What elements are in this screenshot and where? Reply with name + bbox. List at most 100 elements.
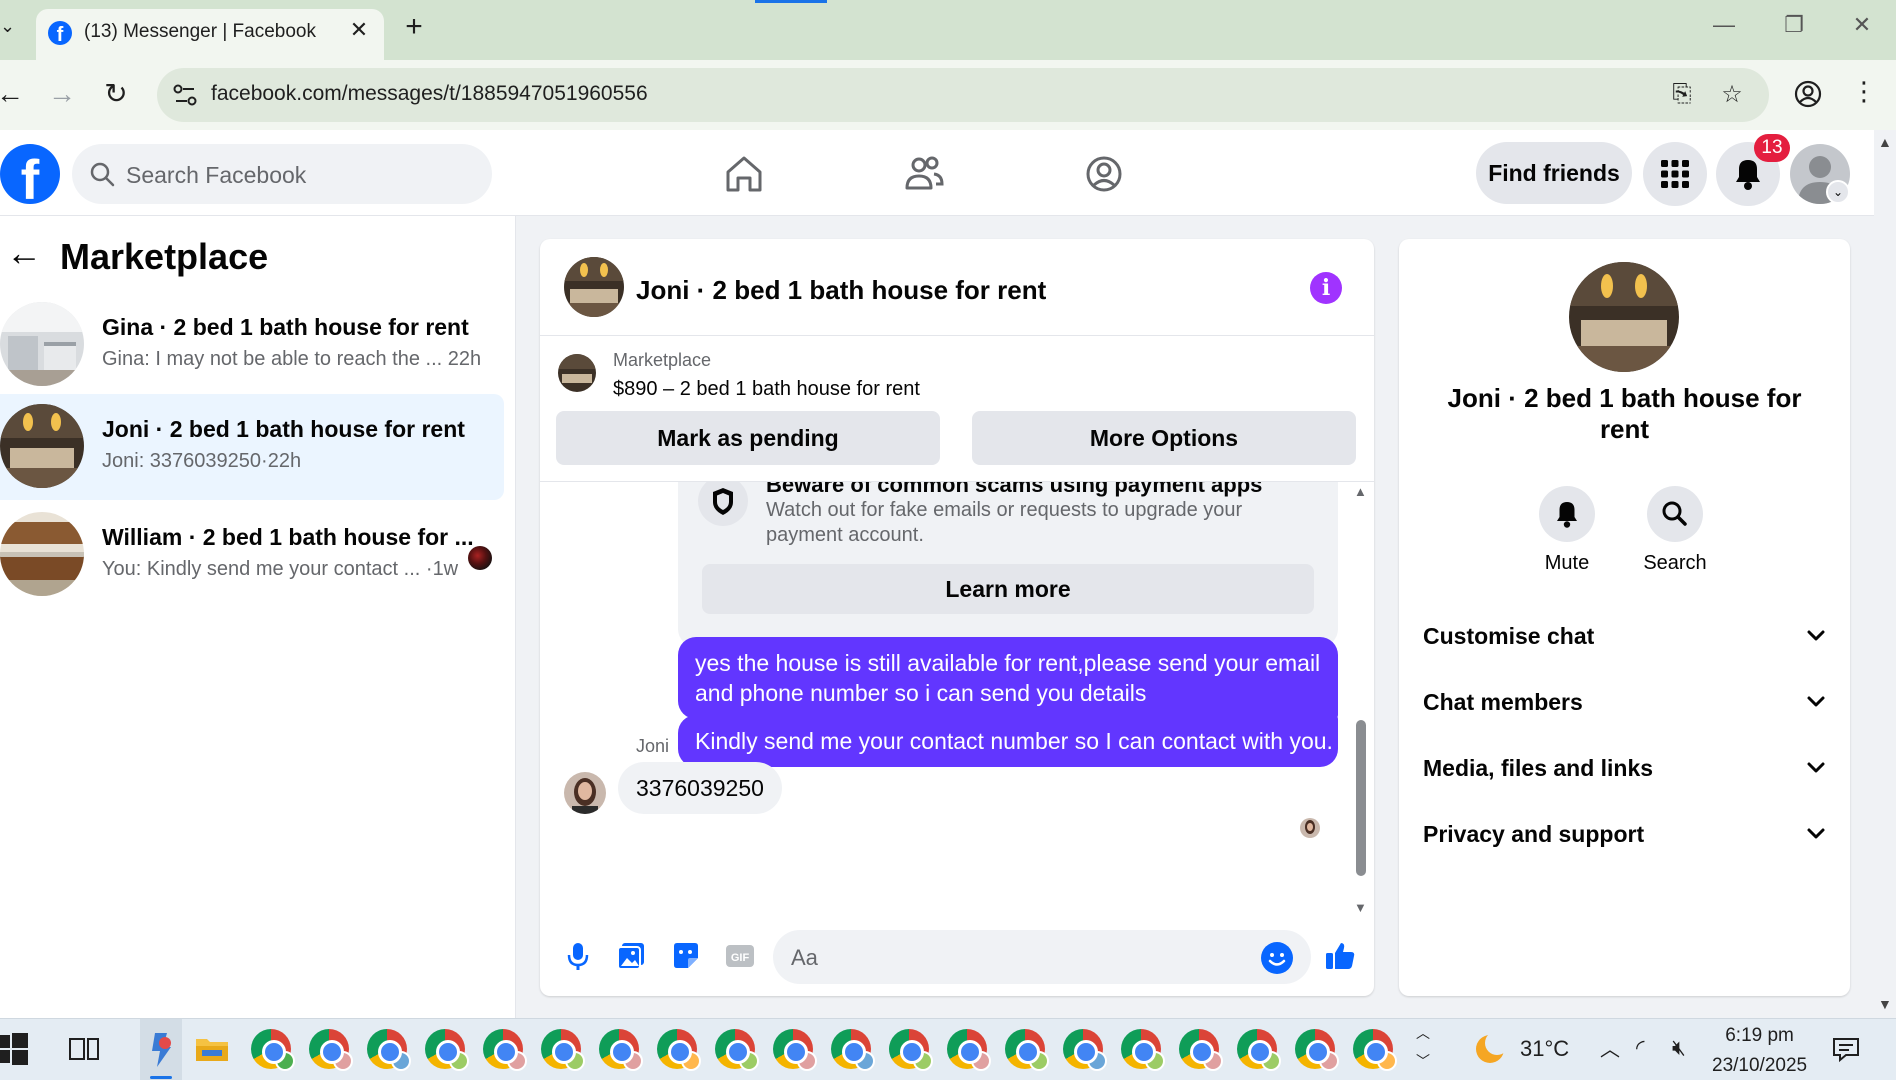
forward-arrow-icon[interactable]: → bbox=[44, 76, 80, 112]
profile-icon[interactable] bbox=[1792, 78, 1824, 110]
scroll-up-icon[interactable]: ▲ bbox=[1354, 484, 1367, 499]
bookmark-star-icon[interactable]: ☆ bbox=[1717, 80, 1747, 110]
conversation-item-joni[interactable]: Joni · 2 bed 1 bath house for rent Joni:… bbox=[0, 394, 504, 500]
chrome-profile-icon[interactable] bbox=[831, 1029, 875, 1071]
scroll-up-icon[interactable]: ▲ bbox=[1878, 134, 1892, 150]
chrome-profile-icon[interactable] bbox=[541, 1029, 585, 1071]
chrome-profile-icon[interactable] bbox=[367, 1029, 411, 1071]
find-friends-button[interactable]: Find friends bbox=[1476, 142, 1632, 204]
chrome-profile-icon[interactable] bbox=[1295, 1029, 1339, 1071]
conversation-item-gina[interactable]: Gina · 2 bed 1 bath house for rent Gina:… bbox=[0, 292, 504, 398]
learn-more-button[interactable]: Learn more bbox=[702, 564, 1314, 614]
chrome-profile-icon[interactable] bbox=[947, 1029, 991, 1071]
info-icon[interactable]: i bbox=[1310, 272, 1342, 304]
chrome-profile-icon[interactable] bbox=[1063, 1029, 1107, 1071]
task-view-icon[interactable] bbox=[64, 1029, 104, 1069]
incoming-message[interactable]: 3376039250 bbox=[618, 762, 782, 814]
browser-menu-icon[interactable]: ⋮ bbox=[1846, 76, 1882, 112]
scroll-down-icon[interactable]: ▼ bbox=[1354, 900, 1367, 915]
microphone-icon[interactable] bbox=[560, 938, 596, 974]
sticker-icon[interactable] bbox=[668, 938, 704, 974]
customise-chat-section[interactable]: Customise chat bbox=[1423, 608, 1828, 664]
chrome-profile-icon[interactable] bbox=[251, 1029, 295, 1071]
chrome-profile-icon[interactable] bbox=[1121, 1029, 1165, 1071]
restore-window-icon[interactable]: ❐ bbox=[1774, 12, 1814, 48]
install-app-icon[interactable]: ⎘ bbox=[1667, 80, 1697, 110]
chrome-profile-icon[interactable] bbox=[773, 1029, 817, 1071]
privacy-support-section[interactable]: Privacy and support bbox=[1423, 806, 1828, 862]
taskbar-scroll-down-icon[interactable]: ﹀ bbox=[1416, 1051, 1430, 1071]
page-scrollbar[interactable]: ▲ ▼ bbox=[1874, 130, 1896, 1018]
close-tab-icon[interactable]: ✕ bbox=[346, 17, 372, 43]
chrome-profile-icon[interactable] bbox=[425, 1029, 469, 1071]
chrome-profile-icon[interactable] bbox=[889, 1029, 933, 1071]
windows-start-icon[interactable] bbox=[0, 1029, 32, 1069]
chrome-profile-icon[interactable] bbox=[1005, 1029, 1049, 1071]
groups-icon[interactable] bbox=[1078, 148, 1130, 200]
media-files-links-section[interactable]: Media, files and links bbox=[1423, 740, 1828, 796]
home-icon[interactable] bbox=[718, 148, 770, 200]
notifications-center-icon[interactable] bbox=[1826, 1029, 1866, 1069]
chat-avatar[interactable] bbox=[564, 257, 624, 317]
listing-thumbnail bbox=[558, 354, 596, 392]
thumbs-up-icon[interactable] bbox=[1322, 938, 1358, 974]
emoji-icon[interactable] bbox=[1261, 942, 1293, 974]
weather-temperature[interactable]: 31°C bbox=[1520, 1036, 1569, 1062]
address-bar[interactable]: facebook.com/messages/t/1885947051960556… bbox=[157, 68, 1769, 122]
reload-icon[interactable]: ↻ bbox=[98, 76, 134, 112]
conversation-title: William · 2 bed 1 bath house for ... bbox=[102, 524, 474, 550]
wifi-icon[interactable]: ◜ bbox=[1636, 1035, 1645, 1061]
close-window-icon[interactable]: ✕ bbox=[1842, 12, 1882, 48]
chrome-profile-icon[interactable] bbox=[1237, 1029, 1281, 1071]
chrome-profile-icon[interactable] bbox=[599, 1029, 643, 1071]
chat-title[interactable]: Joni · 2 bed 1 bath house for rent bbox=[636, 275, 1046, 306]
chrome-profile-icon[interactable] bbox=[1179, 1029, 1223, 1071]
gif-icon[interactable]: GIF bbox=[722, 938, 758, 974]
listing-title[interactable]: $890 – 2 bed 1 bath house for rent bbox=[613, 378, 920, 401]
weather-moon-icon[interactable] bbox=[1470, 1029, 1510, 1069]
facebook-search-input[interactable]: Search Facebook bbox=[72, 144, 492, 204]
taskbar-clock[interactable]: 6:19 pm 23/10/2025 bbox=[1712, 1025, 1807, 1077]
sender-avatar[interactable] bbox=[564, 772, 606, 814]
mark-as-pending-button[interactable]: Mark as pending bbox=[556, 411, 940, 465]
chrome-profile-icon[interactable] bbox=[309, 1029, 353, 1071]
scrollbar-thumb[interactable] bbox=[1356, 720, 1366, 876]
message-input[interactable]: Aa bbox=[773, 930, 1311, 984]
chrome-profile-icon[interactable] bbox=[715, 1029, 759, 1071]
chat-scrollbar[interactable]: ▲ ▼ bbox=[1352, 482, 1368, 918]
shield-icon bbox=[698, 482, 748, 526]
chrome-profile-icon[interactable] bbox=[657, 1029, 701, 1071]
outgoing-message[interactable]: yes the house is still available for ren… bbox=[678, 637, 1338, 719]
show-hidden-icons-chevron-icon[interactable]: ︿ bbox=[1600, 1033, 1620, 1062]
browser-tab-messenger[interactable]: f (13) Messenger | Facebook ✕ bbox=[36, 9, 384, 60]
minimize-window-icon[interactable]: — bbox=[1704, 12, 1744, 48]
account-chevron-down-icon[interactable]: ⌄ bbox=[1826, 180, 1850, 204]
media-app-icon[interactable] bbox=[141, 1029, 181, 1069]
chevron-down-icon bbox=[1807, 630, 1825, 641]
chat-members-section[interactable]: Chat members bbox=[1423, 674, 1828, 730]
message-composer: GIF Aa bbox=[540, 918, 1374, 996]
facebook-logo-icon[interactable]: f bbox=[0, 144, 60, 204]
conversation-item-william[interactable]: William · 2 bed 1 bath house for ... You… bbox=[0, 502, 504, 608]
svg-text:GIF: GIF bbox=[731, 952, 750, 964]
outgoing-message[interactable]: Kindly send me your contact number so I … bbox=[678, 715, 1338, 767]
mute-button[interactable]: Mute bbox=[1517, 486, 1617, 575]
chrome-profile-icon[interactable] bbox=[483, 1029, 527, 1071]
photo-icon[interactable] bbox=[614, 938, 650, 974]
menu-grid-button[interactable] bbox=[1643, 142, 1707, 206]
back-arrow-icon[interactable]: ← bbox=[0, 76, 28, 112]
volume-muted-icon[interactable]: 🔇︎ bbox=[1672, 1035, 1686, 1061]
file-explorer-icon[interactable] bbox=[192, 1029, 232, 1069]
tab-search-chevron-icon[interactable]: ⌄ bbox=[0, 16, 16, 44]
site-info-icon[interactable] bbox=[167, 77, 203, 113]
friends-icon[interactable] bbox=[898, 148, 950, 200]
chrome-profile-icon[interactable] bbox=[1353, 1029, 1397, 1071]
back-arrow-icon[interactable]: ← bbox=[6, 235, 44, 274]
taskbar-scroll-up-icon[interactable]: ︿ bbox=[1416, 1023, 1430, 1043]
message-list: Beware of common scams using payment app… bbox=[540, 482, 1374, 918]
search-in-conversation-button[interactable]: Search bbox=[1625, 486, 1725, 575]
profile-photo[interactable] bbox=[1569, 262, 1679, 372]
more-options-button[interactable]: More Options bbox=[972, 411, 1356, 465]
scroll-down-icon[interactable]: ▼ bbox=[1878, 996, 1892, 1012]
new-tab-plus-icon[interactable]: + bbox=[398, 12, 430, 44]
